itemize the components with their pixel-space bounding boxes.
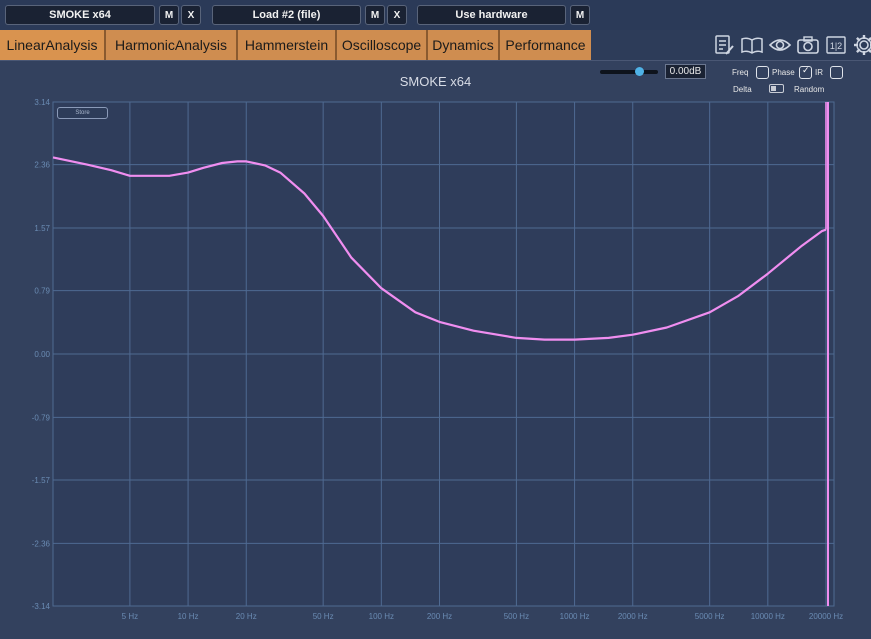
- y-tick-label: -2.36: [32, 539, 51, 548]
- x-tick-label: 100 Hz: [369, 612, 394, 621]
- y-tick-label: 0.00: [34, 350, 50, 359]
- x-tick-label: 20000 Hz: [809, 612, 843, 621]
- x-tick-label: 500 Hz: [504, 612, 529, 621]
- x-tick-label: 50 Hz: [313, 612, 334, 621]
- y-tick-label: 3.14: [34, 98, 50, 107]
- y-tick-label: 2.36: [34, 161, 50, 170]
- y-tick-label: 1.57: [34, 224, 50, 233]
- x-tick-label: 1000 Hz: [560, 612, 590, 621]
- y-tick-label: 0.79: [34, 287, 50, 296]
- x-tick-label: 5 Hz: [122, 612, 138, 621]
- x-tick-label: 20 Hz: [236, 612, 257, 621]
- y-tick-label: -3.14: [32, 602, 51, 611]
- phase-response-chart[interactable]: 3.14 2.36 1.57 0.79 0.00 -0.79 -1.57 -2.36 -3.14…: [0, 0, 871, 639]
- y-tick-label: -1.57: [32, 476, 51, 485]
- x-tick-label: 10000 Hz: [751, 612, 785, 621]
- x-tick-label: 5000 Hz: [695, 612, 725, 621]
- x-tick-label: 200 Hz: [427, 612, 452, 621]
- x-tick-label: 2000 Hz: [618, 612, 648, 621]
- store-button[interactable]: Store: [57, 107, 108, 119]
- x-tick-label: 10 Hz: [178, 612, 199, 621]
- y-tick-label: -0.79: [32, 413, 51, 422]
